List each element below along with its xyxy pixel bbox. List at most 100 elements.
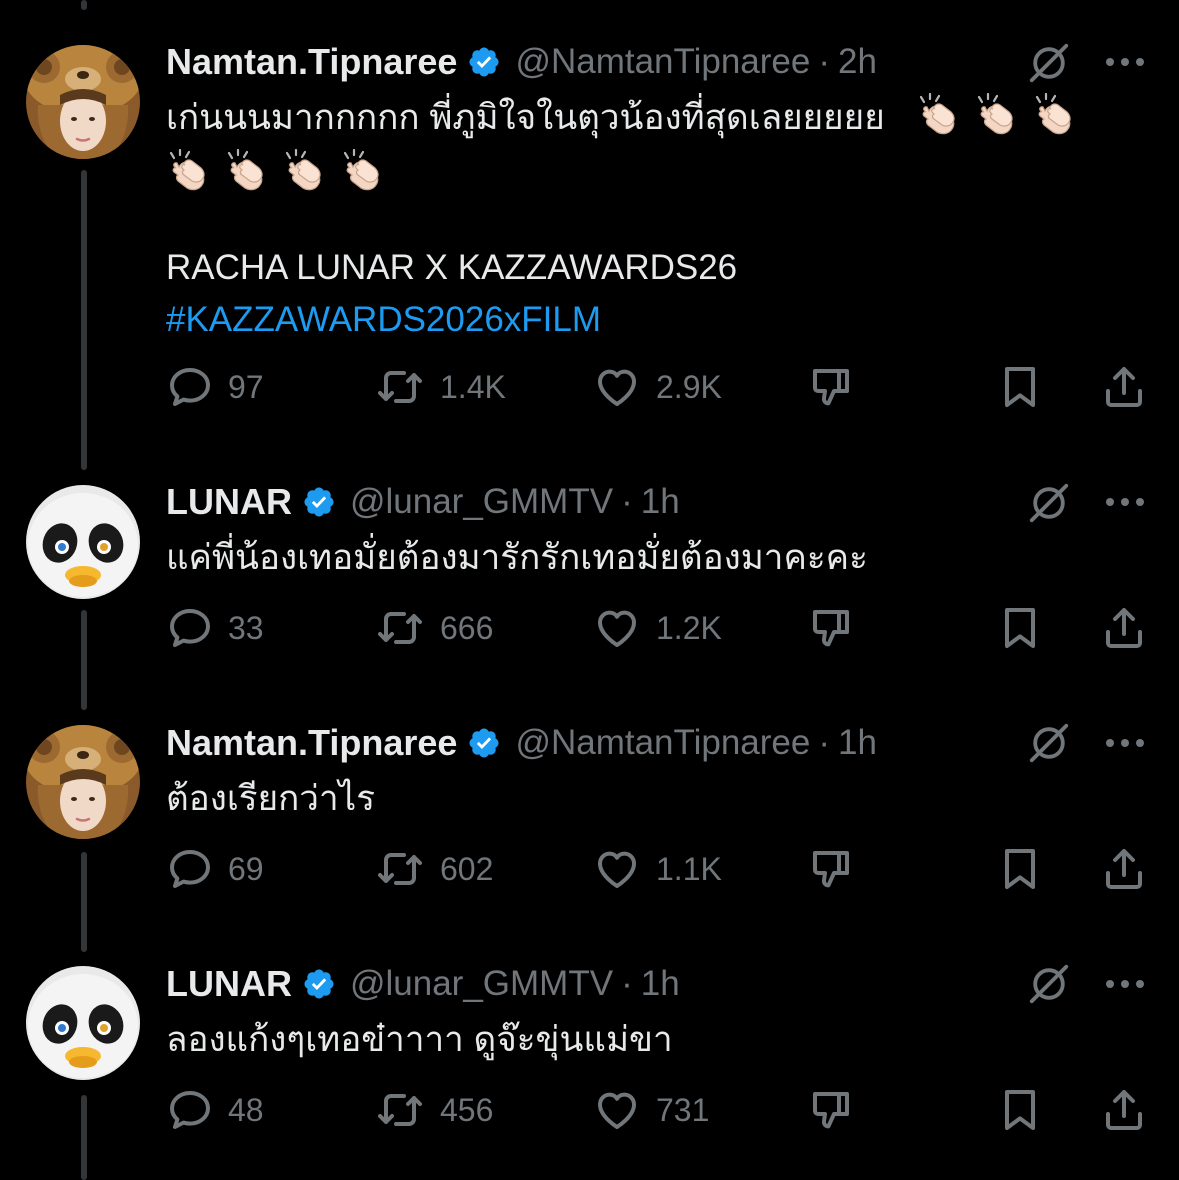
like-count: 1.1K — [656, 850, 722, 887]
reply-icon — [166, 1086, 214, 1134]
repost-button[interactable]: 456 — [374, 1085, 493, 1135]
repost-count: 456 — [440, 1091, 494, 1128]
bookmark-button[interactable] — [996, 603, 1044, 653]
tweet-text: เก่นนนมากกกกก พี่ภูมิใจในตุวน้องที่สุดเล… — [166, 92, 1126, 200]
avatar[interactable] — [26, 45, 140, 159]
reply-button[interactable]: 33 — [166, 603, 264, 653]
timestamp[interactable]: 2h — [838, 42, 877, 82]
tweet-header: Namtan.Tipnaree @NamtanTipnaree · 1h — [166, 721, 877, 765]
separator: · — [818, 42, 831, 81]
avatar[interactable] — [26, 485, 140, 599]
verified-badge-icon[interactable] — [302, 485, 336, 519]
grok-icon[interactable] — [1026, 480, 1072, 526]
repost-icon — [374, 1086, 426, 1134]
downvote-button[interactable] — [806, 362, 856, 412]
heart-icon — [592, 604, 642, 652]
hashtag-link[interactable]: #KAZZAWARDS2026xFILM — [166, 294, 1126, 346]
share-button[interactable] — [1100, 362, 1148, 412]
repost-button[interactable]: 602 — [374, 844, 493, 894]
repost-button[interactable]: 666 — [374, 603, 493, 653]
tweet-text: ต้องเรียกว่าไร — [166, 779, 376, 818]
verified-badge-icon[interactable] — [302, 967, 336, 1001]
share-icon — [1100, 845, 1148, 893]
reply-button[interactable]: 69 — [166, 844, 264, 894]
verified-badge-icon[interactable] — [467, 45, 501, 79]
downvote-button[interactable] — [806, 1085, 856, 1135]
separator: · — [621, 964, 633, 1003]
timestamp[interactable]: 1h — [641, 482, 680, 522]
avatar[interactable] — [26, 725, 140, 839]
tweet-text-line: RACHA LUNAR X KAZZAWARDS26 — [166, 248, 738, 287]
avatar[interactable] — [26, 966, 140, 1080]
tweet[interactable]: LUNAR @lunar_GMMTV · 1h แค่พี่น้องเทอมั่… — [0, 470, 1179, 710]
share-icon — [1100, 363, 1148, 411]
repost-button[interactable]: 1.4K — [374, 362, 506, 412]
clapping-hands-emoji-icon — [974, 93, 1018, 137]
tweet-actions: 33 666 1.2K — [166, 603, 1156, 653]
tweet[interactable]: Namtan.Tipnaree @NamtanTipnaree · 2h เก่… — [0, 0, 1179, 470]
tweet[interactable]: Namtan.Tipnaree @NamtanTipnaree · 1h ต้อ… — [0, 710, 1179, 952]
tweet-header: LUNAR @lunar_GMMTV · 1h — [166, 480, 680, 524]
bookmark-button[interactable] — [996, 1085, 1044, 1135]
reply-button[interactable]: 97 — [166, 362, 264, 412]
downvote-icon — [806, 604, 856, 652]
downvote-icon — [806, 363, 856, 411]
tweet-actions: 48 456 731 — [166, 1085, 1156, 1135]
downvote-icon — [806, 845, 856, 893]
clapping-hands-emoji-icon — [916, 93, 960, 137]
grok-icon[interactable] — [1026, 961, 1072, 1007]
tweet-actions: 69 602 1.1K — [166, 844, 1156, 894]
tweet-text-content: เก่นนนมากกกกก พี่ภูมิใจในตุวน้องที่สุดเล… — [166, 98, 885, 137]
tweet-header: LUNAR @lunar_GMMTV · 1h — [166, 962, 680, 1006]
username-handle[interactable]: @lunar_GMMTV — [350, 964, 613, 1004]
downvote-button[interactable] — [806, 844, 856, 894]
verified-badge-icon[interactable] — [467, 726, 501, 760]
share-icon — [1100, 1086, 1148, 1134]
reply-count: 33 — [228, 609, 264, 646]
like-count: 2.9K — [656, 368, 722, 405]
display-name[interactable]: LUNAR — [166, 481, 292, 523]
username-handle[interactable]: @NamtanTipnaree — [515, 42, 810, 82]
grok-icon[interactable] — [1026, 720, 1072, 766]
separator: · — [621, 482, 633, 521]
username-handle[interactable]: @NamtanTipnaree — [515, 723, 810, 763]
display-name[interactable]: Namtan.Tipnaree — [166, 722, 457, 764]
repost-count: 1.4K — [440, 368, 506, 405]
like-button[interactable]: 1.2K — [592, 603, 722, 653]
bookmark-button[interactable] — [996, 362, 1044, 412]
share-button[interactable] — [1100, 1085, 1148, 1135]
timestamp[interactable]: 1h — [641, 964, 680, 1004]
share-button[interactable] — [1100, 603, 1148, 653]
timestamp[interactable]: 1h — [838, 723, 877, 763]
bookmark-icon — [996, 604, 1044, 652]
more-options-icon[interactable] — [1103, 977, 1147, 991]
display-name[interactable]: Namtan.Tipnaree — [166, 41, 457, 83]
downvote-button[interactable] — [806, 603, 856, 653]
like-button[interactable]: 731 — [592, 1085, 709, 1135]
tweet-text: ลองแก้งๆเทอข๋าาาา ดูจ๊ะขุ่นแม่ขา — [166, 1020, 673, 1059]
reply-icon — [166, 604, 214, 652]
like-button[interactable]: 1.1K — [592, 844, 722, 894]
reply-icon — [166, 363, 214, 411]
heart-icon — [592, 845, 642, 893]
reply-count: 69 — [228, 850, 264, 887]
more-options-icon[interactable] — [1103, 55, 1147, 69]
more-options-icon[interactable] — [1103, 736, 1147, 750]
reply-icon — [166, 845, 214, 893]
display-name[interactable]: LUNAR — [166, 963, 292, 1005]
clapping-hands-emoji-icon — [282, 149, 326, 193]
heart-icon — [592, 1086, 642, 1134]
like-button[interactable]: 2.9K — [592, 362, 722, 412]
share-button[interactable] — [1100, 844, 1148, 894]
like-count: 731 — [656, 1091, 710, 1128]
bookmark-icon — [996, 845, 1044, 893]
username-handle[interactable]: @lunar_GMMTV — [350, 482, 613, 522]
downvote-icon — [806, 1086, 856, 1134]
more-options-icon[interactable] — [1103, 495, 1147, 509]
grok-icon[interactable] — [1026, 40, 1072, 86]
tweet[interactable]: LUNAR @lunar_GMMTV · 1h ลองแก้งๆเทอข๋าาา… — [0, 952, 1179, 1180]
reply-button[interactable]: 48 — [166, 1085, 264, 1135]
tweet-text: แค่พี่น้องเทอมั่ยต้องมารักรักเทอมั่ยต้อง… — [166, 538, 868, 577]
bookmark-button[interactable] — [996, 844, 1044, 894]
repost-count: 666 — [440, 609, 494, 646]
